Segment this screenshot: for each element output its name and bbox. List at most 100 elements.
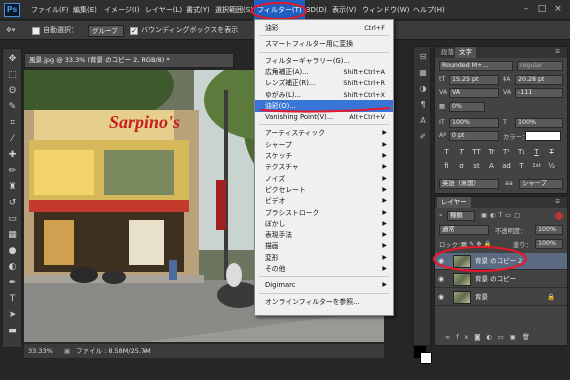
blend-mode-select[interactable]: 通常 [439, 225, 489, 235]
font-size-input[interactable]: 15.25 pt [449, 75, 499, 85]
filter-menu-item[interactable]: アーティスティック ▶ [255, 127, 393, 139]
font-family-select[interactable]: Rounded M+... [439, 61, 513, 71]
character-panel-icon[interactable]: A [417, 115, 429, 127]
strikethrough-button[interactable]: T [546, 147, 557, 157]
blur-tool-icon[interactable]: ● [6, 245, 19, 258]
quick-select-tool-icon[interactable]: ✎ [6, 101, 19, 114]
filter-menu-item[interactable]: ノイズ ▶ [255, 173, 393, 185]
font-style-select[interactable]: regular [517, 61, 563, 71]
gradient-tool-icon[interactable]: ▦ [6, 229, 19, 242]
type-tool-icon[interactable]: T [6, 293, 19, 306]
paragraph-panel-icon[interactable]: ¶ [417, 99, 429, 111]
menu-file[interactable]: ファイル(F) [31, 0, 69, 20]
filter-menu-item[interactable]: 変形 ▶ [255, 252, 393, 264]
ligature-st-button[interactable]: st [471, 161, 482, 171]
opacity-input[interactable]: 100% [535, 225, 563, 235]
filter-toggle-icon[interactable] [555, 212, 563, 220]
filter-menu-item[interactable]: スマートフィルター用に変換 [255, 38, 393, 50]
ligature-fi-button[interactable]: fi [441, 161, 452, 171]
background-color-swatch[interactable] [420, 352, 432, 364]
eyedropper-tool-icon[interactable]: ⁄ [6, 133, 19, 146]
menu-select[interactable]: 選択範囲(S) [215, 0, 253, 20]
auto-select-dropdown[interactable]: グループ [88, 25, 124, 37]
menu-help[interactable]: ヘルプ(H) [413, 0, 445, 20]
superscript-button[interactable]: T¹ [501, 147, 512, 157]
filter-menu-item[interactable]: 広角補正(A)... Shift+Ctrl+A [255, 66, 393, 78]
auto-select-checkbox[interactable] [32, 27, 40, 35]
fraction-button[interactable]: ½ [546, 161, 557, 171]
horizontal-scale-input[interactable]: 100% [515, 118, 563, 128]
filter-menu-item[interactable]: 表現手法 ▶ [255, 229, 393, 241]
maximize-button[interactable]: □ [536, 3, 548, 15]
layer-filter-kind-select[interactable]: 種類 [447, 211, 475, 221]
antialias-select[interactable]: シャープ [519, 179, 563, 189]
faux-bold-button[interactable]: T [441, 147, 452, 157]
layer-name[interactable]: 背景 [475, 289, 488, 306]
move-tool-icon[interactable]: ✥▾ [6, 21, 15, 40]
leading-input[interactable]: 20.28 pt [515, 75, 563, 85]
underline-button[interactable]: T [531, 147, 542, 157]
vertical-scale-input[interactable]: 100% [449, 118, 499, 128]
adjustments-panel-icon[interactable]: ◑ [417, 83, 429, 95]
history-panel-icon[interactable]: ⊟ [417, 51, 429, 63]
text-color-swatch[interactable] [525, 131, 561, 141]
filter-menu-item[interactable]: オンラインフィルターを参照... [255, 296, 393, 308]
close-button[interactable]: × [552, 3, 564, 15]
menu-window[interactable]: ウィンドウ(W) [362, 0, 409, 20]
eraser-tool-icon[interactable]: ▭ [6, 213, 19, 226]
status-arrow-icon[interactable]: ▸ [144, 344, 147, 358]
swash-button[interactable]: A [486, 161, 497, 171]
pen-tool-icon[interactable]: ✒ [6, 277, 19, 290]
faux-italic-button[interactable]: T [456, 147, 467, 157]
filter-menu-item[interactable]: 油彩 Ctrl+F [255, 22, 393, 34]
filter-menu-item[interactable]: ゆがみ(L)... Shift+Ctrl+X [255, 89, 393, 101]
fill-input[interactable]: 100% [535, 239, 563, 249]
filter-menu-item[interactable]: ピクセレート ▶ [255, 184, 393, 196]
panel-menu-icon[interactable]: ≡ [555, 48, 560, 55]
tab-character[interactable]: 文字 [455, 47, 476, 58]
zoom-level[interactable]: 33.33% [28, 344, 53, 358]
history-brush-icon[interactable]: ↺ [6, 197, 19, 210]
filter-menu-item[interactable]: ぼかし ▶ [255, 218, 393, 230]
menu-image[interactable]: イメージ(I) [104, 0, 139, 20]
filter-menu-item[interactable]: その他 ▶ [255, 263, 393, 275]
filter-menu-item[interactable]: シャープ ▶ [255, 139, 393, 151]
bounding-box-checkbox[interactable]: ✓ [130, 27, 138, 35]
ordinal-button[interactable]: 1st [531, 161, 542, 171]
brush-panel-icon[interactable]: ✐ [417, 131, 429, 143]
tsume-input[interactable]: 0% [449, 102, 485, 112]
brush-tool-icon[interactable]: ✏ [6, 165, 19, 178]
filter-menu-item[interactable]: フィルターギャラリー(G)... [255, 55, 393, 67]
visibility-eye-icon[interactable]: ◉ [438, 289, 448, 306]
filter-menu-item[interactable]: 描画 ▶ [255, 240, 393, 252]
kerning-input[interactable]: VA [449, 88, 499, 98]
tracking-input[interactable]: -111 [515, 88, 563, 98]
dodge-tool-icon[interactable]: ◐ [6, 261, 19, 274]
language-select[interactable]: 英語（米国） [439, 179, 499, 189]
lasso-tool-icon[interactable]: ʘ [6, 85, 19, 98]
stamp-tool-icon[interactable]: ♜ [6, 181, 19, 194]
shape-tool-icon[interactable]: ▬ [6, 325, 19, 338]
swatches-panel-icon[interactable]: ▦ [417, 67, 429, 79]
subscript-button[interactable]: T₁ [516, 147, 527, 157]
filter-menu-item[interactable]: Digimarc ▶ [255, 279, 393, 291]
baseline-shift-input[interactable]: 0 pt [449, 131, 499, 141]
menu-type[interactable]: 書式(Y) [186, 0, 210, 20]
tab-layers[interactable]: レイヤー [437, 197, 471, 208]
layers-menu-icon[interactable]: ≡ [555, 198, 560, 205]
filter-menu-item[interactable]: ブラシストローク ▶ [255, 207, 393, 219]
filter-menu-item[interactable]: テクスチャ ▶ [255, 161, 393, 173]
all-caps-button[interactable]: TT [471, 147, 482, 157]
filter-menu-item[interactable]: スケッチ ▶ [255, 150, 393, 162]
titling-button[interactable]: T [516, 161, 527, 171]
menu-edit[interactable]: 編集(E) [73, 0, 97, 20]
move-tool-icon[interactable]: ✥ [6, 53, 19, 66]
filter-menu-item[interactable]: ビデオ ▶ [255, 195, 393, 207]
menu-view[interactable]: 表示(V) [332, 0, 356, 20]
healing-tool-icon[interactable]: ✚ [6, 149, 19, 162]
layers-footer-icons[interactable]: ∞fx◙◐▭▣🗑 [445, 333, 536, 341]
menu-layer[interactable]: レイヤー(L) [145, 0, 182, 20]
minimize-button[interactable]: – [520, 3, 532, 15]
document-tab[interactable]: 風景.jpg @ 33.3% (背景 のコピー 2, RGB/8) * [24, 53, 234, 68]
small-caps-button[interactable]: Tr [486, 147, 497, 157]
